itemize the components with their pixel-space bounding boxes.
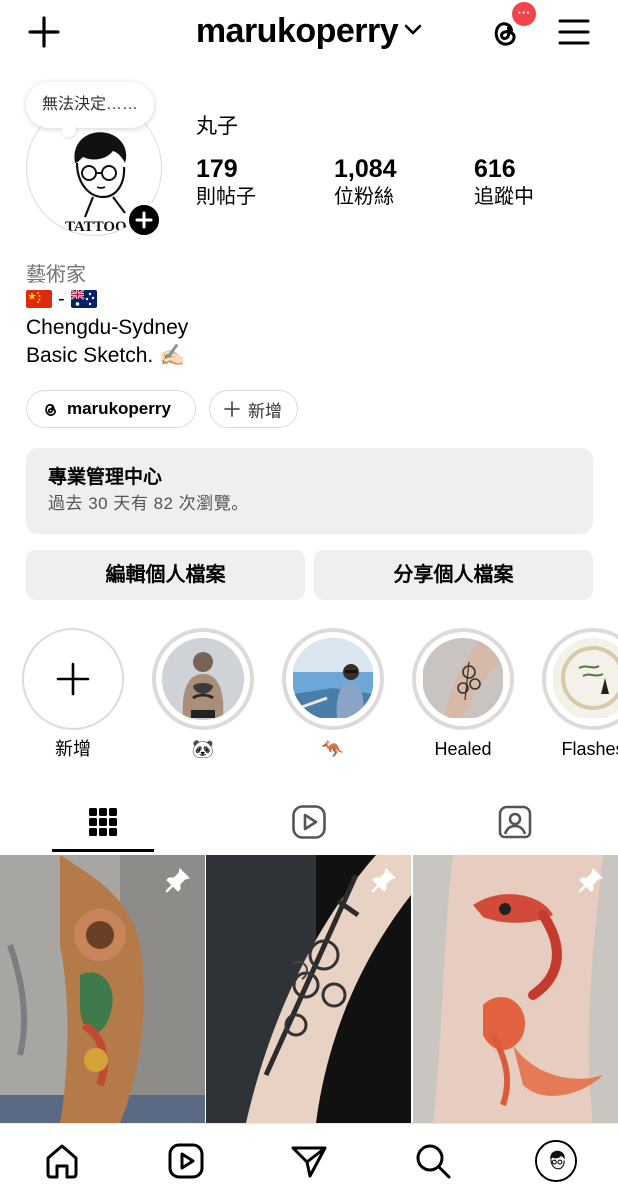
highlight-label: Healed <box>434 739 492 759</box>
nav-search[interactable] <box>412 1140 454 1182</box>
bio-line-location: Chengdu-Sydney <box>26 316 189 339</box>
post-koi-fish-tattoo[interactable] <box>413 855 618 1123</box>
nav-messages[interactable] <box>288 1140 330 1182</box>
bio-flags: - <box>26 288 97 310</box>
highlight-flashes[interactable]: Flashes <box>542 628 618 760</box>
stat-following-label: 追蹤中 <box>474 186 534 208</box>
display-name: 丸子 <box>196 115 238 138</box>
plus-icon <box>56 662 90 696</box>
stat-posts[interactable]: 179 則帖子 <box>196 154 256 210</box>
search-icon <box>416 1144 451 1179</box>
professional-dashboard[interactable]: 專業管理中心 過去 30 天有 82 次瀏覽。 <box>26 448 593 534</box>
highlight-image-arm-flowers <box>422 638 504 720</box>
flag-separator: - <box>58 287 65 310</box>
share-profile-button[interactable]: 分享個人檔案 <box>314 550 593 600</box>
highlight-label: 🐼 <box>191 739 215 759</box>
home-icon <box>46 1144 78 1179</box>
highlight-healed[interactable]: Healed <box>412 628 514 760</box>
tagged-icon <box>498 805 532 839</box>
post-full-sleeve-tattoo[interactable] <box>0 855 205 1123</box>
post-sword-roses-tattoo[interactable] <box>206 855 411 1123</box>
stat-posts-label: 則帖子 <box>196 186 256 208</box>
nav-home[interactable] <box>41 1140 83 1182</box>
highlight-image-back-tattoo <box>162 638 244 720</box>
stat-following[interactable]: 616 追蹤中 <box>474 154 534 210</box>
threads-icon <box>45 404 56 416</box>
post-image <box>413 855 618 1123</box>
nav-profile-avatar[interactable] <box>535 1140 577 1182</box>
pin-icon <box>165 868 190 893</box>
profile-tabs <box>0 790 618 854</box>
add-story-button[interactable] <box>126 202 162 238</box>
stat-followers[interactable]: 1,084 位粉絲 <box>334 154 397 210</box>
highlight-kangaroo[interactable]: 🦘 <box>282 628 384 760</box>
top-bar: marukoperry ··· <box>0 0 618 70</box>
nav-reels[interactable] <box>165 1140 207 1182</box>
chevron-down-icon <box>404 24 422 35</box>
pin-icon <box>371 868 396 893</box>
stat-posts-value: 179 <box>196 155 238 183</box>
bottom-navigation <box>0 1123 618 1200</box>
add-link-chip[interactable]: 新增 <box>209 390 298 428</box>
stat-followers-value: 1,084 <box>334 155 397 183</box>
avatar-caption: TATTOO <box>65 219 127 235</box>
highlight-image-flash-sketch <box>552 638 618 720</box>
add-link-label: 新增 <box>248 401 282 421</box>
reels-icon <box>168 1143 204 1179</box>
tab-grid[interactable] <box>0 790 206 854</box>
active-tab-indicator <box>52 849 154 852</box>
pro-dashboard-title: 專業管理中心 <box>48 467 163 488</box>
threads-handle: marukoperry <box>67 399 171 418</box>
bio-category: 藝術家 <box>26 264 86 286</box>
highlight-image-harbour <box>292 638 374 720</box>
profile-avatar-icon <box>537 1142 575 1180</box>
menu-icon[interactable] <box>556 14 592 50</box>
highlight-new[interactable]: 新增 <box>22 628 124 760</box>
username-title: marukoperry <box>195 12 399 50</box>
tab-reels[interactable] <box>206 790 412 854</box>
pro-dashboard-subtitle: 過去 30 天有 82 次瀏覽。 <box>48 494 249 513</box>
reels-icon <box>292 805 326 839</box>
edit-profile-button[interactable]: 編輯個人檔案 <box>26 550 305 600</box>
post-image <box>0 855 205 1123</box>
grid-icon <box>89 808 117 836</box>
stat-followers-label: 位粉絲 <box>334 186 394 208</box>
tab-tagged[interactable] <box>412 790 618 854</box>
pin-icon <box>578 868 603 893</box>
au-flag-icon <box>70 290 97 308</box>
bio-line-description: Basic Sketch. ✍🏻 <box>26 344 186 367</box>
highlight-label: 新增 <box>55 739 91 759</box>
note-bubble[interactable]: 無法決定…… <box>26 82 155 137</box>
stat-following-value: 616 <box>474 155 516 183</box>
cn-flag-icon <box>26 290 52 308</box>
plus-icon <box>224 401 240 417</box>
notification-badge[interactable]: ··· <box>510 0 538 28</box>
messages-icon <box>291 1146 327 1178</box>
plus-icon <box>135 211 153 229</box>
highlight-label: 🦘 <box>321 739 345 759</box>
post-image <box>206 855 411 1123</box>
threads-link-chip[interactable]: marukoperry <box>26 390 196 428</box>
highlight-new-ring[interactable] <box>22 628 124 730</box>
highlight-panda[interactable]: 🐼 <box>152 628 254 760</box>
highlight-label: Flashes <box>561 739 618 759</box>
